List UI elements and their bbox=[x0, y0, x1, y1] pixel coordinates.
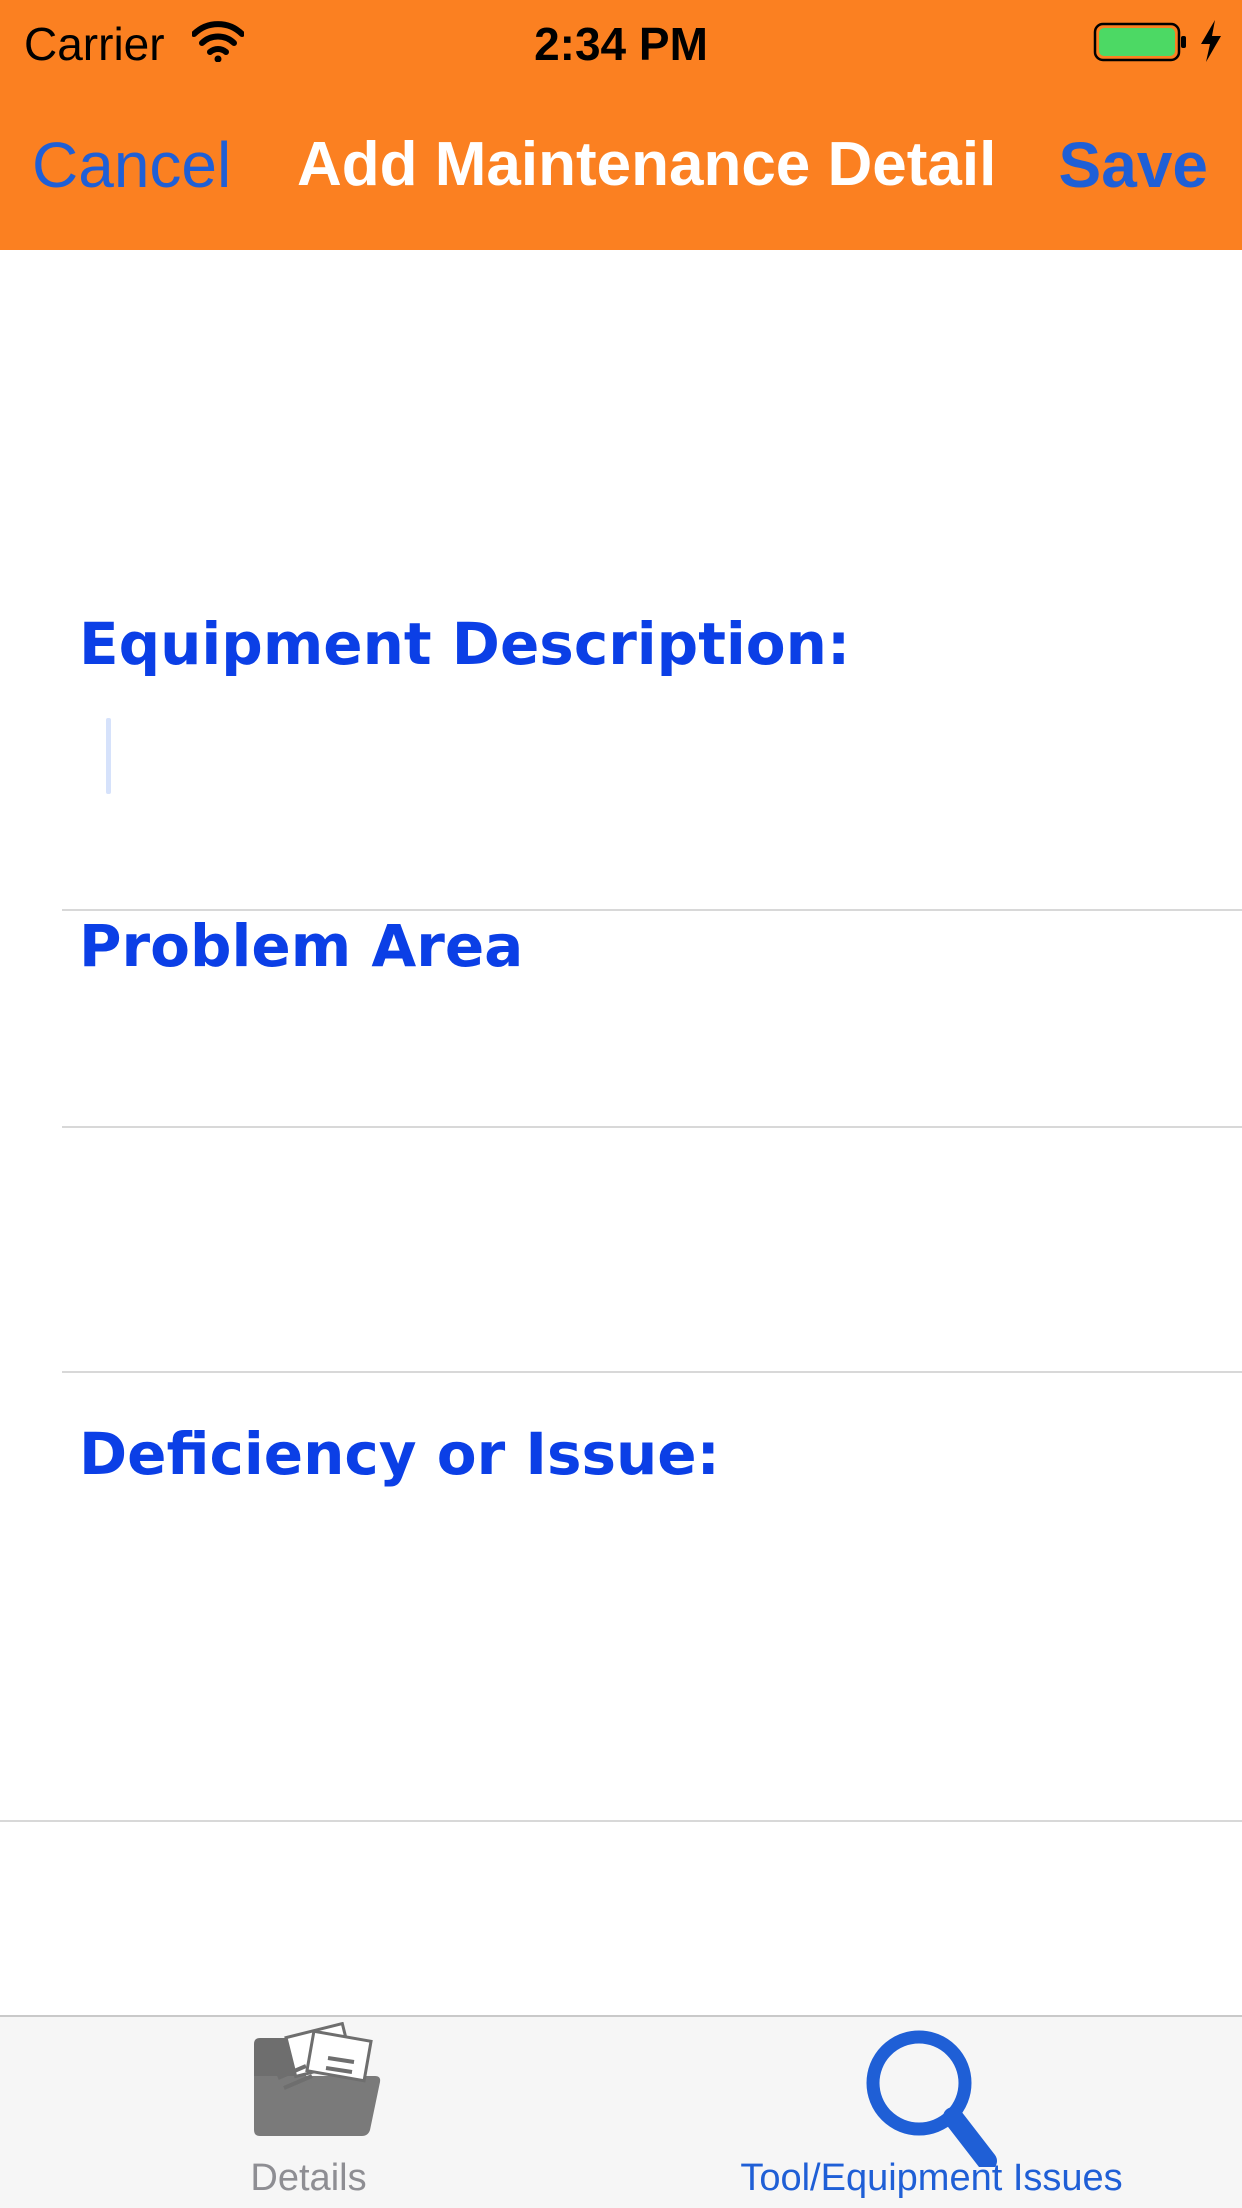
cancel-button[interactable]: Cancel bbox=[32, 125, 231, 205]
tab-details[interactable]: Details bbox=[0, 2017, 621, 2208]
tab-bar: Details Tool/Equipment Issues bbox=[0, 2015, 1242, 2208]
tab-tool-equipment-issues-label: Tool/Equipment Issues bbox=[740, 2157, 1123, 2199]
clock: 2:34 PM bbox=[534, 18, 708, 70]
folder-icon bbox=[254, 2022, 381, 2136]
equipment-description-label: Equipment Description: bbox=[79, 610, 851, 678]
screen: Carrier 2:34 PM Cancel Add Maintenance D… bbox=[0, 0, 1242, 2208]
save-button[interactable]: Save bbox=[1059, 125, 1208, 205]
charging-icon bbox=[1201, 20, 1221, 62]
search-icon bbox=[866, 2030, 997, 2167]
problem-area-field[interactable] bbox=[62, 1000, 1242, 1118]
problem-area-detail-field[interactable] bbox=[62, 1128, 1242, 1368]
divider bbox=[0, 1820, 1242, 1822]
battery-icon bbox=[1093, 22, 1186, 62]
deficiency-label: Deficiency or Issue: bbox=[79, 1420, 720, 1488]
deficiency-input[interactable] bbox=[62, 1500, 1242, 1815]
text-cursor bbox=[106, 718, 111, 794]
nav-title: Add Maintenance Detail bbox=[297, 130, 997, 199]
tab-details-label: Details bbox=[250, 2157, 367, 2199]
divider bbox=[62, 1371, 1242, 1373]
header: Carrier 2:34 PM Cancel Add Maintenance D… bbox=[0, 0, 1242, 250]
tab-tool-equipment-issues[interactable]: Tool/Equipment Issues bbox=[621, 2017, 1242, 2208]
problem-area-label: Problem Area bbox=[79, 912, 524, 980]
divider bbox=[62, 909, 1242, 911]
equipment-description-input[interactable] bbox=[62, 706, 1242, 796]
